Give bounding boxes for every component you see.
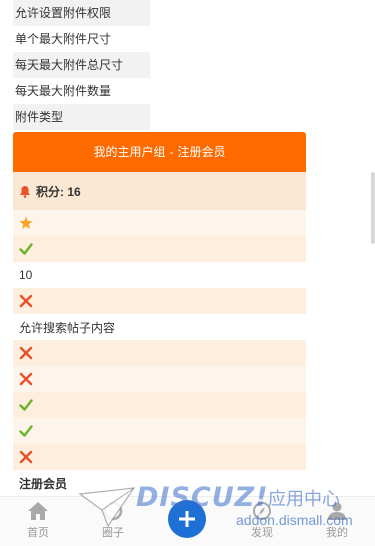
tab-home[interactable]: 首页: [13, 501, 63, 540]
label-max-attach-size: 单个最大附件尺寸: [15, 32, 112, 46]
tab-discover[interactable]: 发现: [237, 501, 287, 540]
add-post-button[interactable]: [168, 500, 206, 538]
tab-home-label: 首页: [27, 527, 49, 539]
label-attach-permission: 允许设置附件权限: [13, 0, 150, 26]
cross-icon: [19, 346, 33, 360]
star-icon: [19, 216, 33, 230]
user-icon: [328, 502, 346, 520]
label-daily-max-attach-count: 每天最大附件数量: [15, 84, 112, 98]
permission-value-list: 10 允许搜索帖子内容 注册会员: [13, 210, 306, 496]
permission-value-row: [13, 340, 306, 366]
plus-icon: [179, 511, 195, 527]
tab-circle[interactable]: 圈子: [88, 501, 138, 540]
permission-value-row: [13, 444, 306, 470]
circle-icon: [103, 501, 123, 521]
points-row: 积分: 16: [13, 172, 306, 210]
permission-value-row: [13, 210, 306, 236]
label-attach-type: 附件类型: [13, 104, 150, 130]
points-label: 积分: 16: [36, 184, 81, 199]
header-title: 我的主用户组: [93, 145, 166, 159]
permission-value-row: 10: [13, 262, 306, 288]
check-icon: [19, 242, 33, 256]
permission-value-text: 注册会员: [19, 476, 68, 491]
card-header: 我的主用户组 - 注册会员: [13, 132, 306, 172]
permission-value-text: 允许搜索帖子内容: [19, 320, 116, 335]
permission-value-row: [13, 418, 306, 444]
permission-value-row: [13, 288, 306, 314]
permission-value-row: [13, 236, 306, 262]
home-icon: [28, 502, 48, 520]
cross-icon: [19, 450, 33, 464]
permission-value-row: [13, 392, 306, 418]
tab-circle-label: 圈子: [102, 527, 124, 539]
permission-value-row: 注册会员: [13, 470, 306, 496]
compass-icon: [253, 502, 271, 520]
permission-label-list: 允许设置附件权限 单个最大附件尺寸 每天最大附件总尺寸 每天最大附件数量 附件类…: [13, 0, 150, 130]
label-daily-max-attach-total: 每天最大附件总尺寸: [13, 52, 150, 78]
tab-mine-label: 我的: [326, 527, 348, 539]
my-group-card: 我的主用户组 - 注册会员 积分: 16 10 允许搜索帖子内容 注册会员: [13, 132, 306, 496]
permission-value-row: 允许搜索帖子内容: [13, 314, 306, 340]
permission-value-text: 10: [19, 268, 33, 282]
permission-value-row: [13, 366, 306, 392]
check-icon: [19, 398, 33, 412]
bell-icon: [20, 185, 30, 198]
scrollbar[interactable]: [371, 172, 375, 244]
tab-discover-label: 发现: [251, 527, 273, 539]
tab-mine[interactable]: 我的: [312, 501, 362, 540]
header-separator: -: [169, 145, 174, 159]
cross-icon: [19, 294, 33, 308]
check-icon: [19, 424, 33, 438]
cross-icon: [19, 372, 33, 386]
header-group-name: 注册会员: [177, 145, 226, 159]
